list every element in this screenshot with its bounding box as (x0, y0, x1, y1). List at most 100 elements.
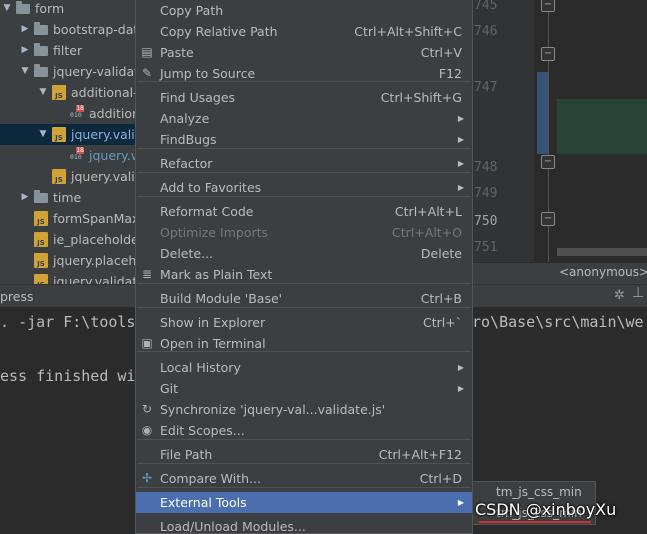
submenu-arrow-icon: ▶ (457, 159, 464, 168)
minimize-icon[interactable]: ⊥ (632, 285, 644, 301)
expand-arrow-icon[interactable]: ▼ (20, 61, 30, 82)
line-number: 748 (474, 160, 498, 175)
tree-row[interactable]: ▶ time (0, 187, 136, 208)
gear-icon[interactable]: ✲ (614, 288, 625, 303)
menu-item-add-to-favorites[interactable]: Add to Favorites ▶ (136, 177, 472, 198)
change-marker[interactable] (537, 72, 548, 154)
menu-item-analyze[interactable]: Analyze ▶ (136, 108, 472, 129)
collapse-arrow-icon[interactable]: ▶ (20, 19, 30, 40)
tree-row[interactable]: JS formSpanMaxWidth.js (0, 208, 136, 229)
submenu-arrow-icon: ▶ (457, 135, 464, 144)
line-number: 747 (474, 80, 498, 95)
folder-icon (34, 22, 48, 35)
folder-icon (34, 64, 48, 77)
tree-row[interactable]: ▼ jquery-validation (0, 61, 136, 82)
menu-item-label: Reformat Code (160, 204, 254, 219)
menu-item-copy-relative-path[interactable]: Copy Relative Path Ctrl+Alt+Shift+C (136, 21, 472, 42)
submenu-arrow-icon: ▶ (457, 114, 464, 123)
menu-item-shortcut: Ctrl+Alt+L (394, 204, 462, 219)
run-tab-title[interactable]: press (0, 289, 34, 304)
menu-item-findbugs[interactable]: FindBugs ▶ (136, 129, 472, 150)
menu-item-find-usages[interactable]: Find Usages Ctrl+Shift+G (136, 87, 472, 108)
menu-item-label: Show in Explorer (160, 315, 266, 330)
submenu-arrow-icon: ▶ (457, 183, 464, 192)
menu-item-label: Compare With... (160, 471, 261, 486)
js-file-icon: JS (52, 127, 66, 142)
tree-row[interactable]: JS jquery.placeholder.js (0, 250, 136, 271)
tree-row[interactable]: JS jquery.validate.ext.js (0, 271, 136, 284)
menu-item-shortcut: F12 (438, 66, 462, 81)
js-file-icon: JS (34, 211, 48, 226)
tree-row[interactable]: ▼ JS additional-methods.js (0, 82, 136, 103)
menu-item-label: Synchronize 'jquery-val...validate.js' (160, 402, 386, 417)
console-line: . -jar F:\tools\ (0, 313, 145, 331)
console-line: ro\Base\src\main\we (472, 313, 644, 331)
menu-item-synchronize-jquery-val-validate-js[interactable]: ↻ Synchronize 'jquery-val...validate.js' (136, 399, 472, 420)
menu-item-build-module-base[interactable]: Build Module 'Base' Ctrl+B (136, 288, 472, 309)
menu-item-compare-with[interactable]: ✢ Compare With... Ctrl+D (136, 468, 472, 489)
menu-item-label: Open in Terminal (160, 336, 266, 351)
editor-scrollbar[interactable] (557, 248, 647, 256)
menu-item-paste[interactable]: ▤ Paste Ctrl+V (136, 42, 472, 63)
menu-item-shortcut: Ctrl+Alt+O (392, 225, 462, 240)
menu-item-open-in-terminal[interactable]: ▣ Open in Terminal (136, 333, 472, 354)
tree-row[interactable]: ▼ form (0, 0, 136, 19)
menu-item-mark-as-plain-text[interactable]: ≣ Mark as Plain Text (136, 264, 472, 285)
terminal-icon: ▣ (141, 336, 153, 350)
menu-item-reformat-code[interactable]: Reformat Code Ctrl+Alt+L (136, 201, 472, 222)
tree-row[interactable]: JS jquery.validate.unobtrusive.js (0, 166, 136, 187)
menu-item-optimize-imports[interactable]: Optimize Imports Ctrl+Alt+O (136, 222, 472, 243)
tree-row[interactable]: 18010 jquery.validate.min.js (0, 145, 136, 166)
paste-icon: ▤ (141, 45, 153, 59)
tree-row[interactable]: ▶ filter (0, 40, 136, 61)
submenu-arrow-icon: ▶ (457, 363, 464, 372)
menu-item-jump-to-source[interactable]: ✎ Jump to Source F12 (136, 63, 472, 84)
js-file-icon: JS (34, 232, 48, 247)
menu-item-load-unload-modules[interactable]: Load/Unload Modules... (136, 516, 472, 534)
menu-item-label: Paste (160, 45, 194, 60)
js-file-icon: JS (52, 85, 66, 100)
compare-icon: ✢ (141, 471, 153, 485)
breadcrumb[interactable]: <anonymous>( (472, 262, 647, 284)
menu-item-show-in-explorer[interactable]: Show in Explorer Ctrl+` (136, 312, 472, 333)
expand-arrow-icon[interactable]: ▼ (38, 124, 48, 145)
menu-item-label: Load/Unload Modules... (160, 519, 306, 534)
plain-text-icon: ≣ (141, 267, 153, 281)
menu-item-delete[interactable]: Delete... Delete (136, 243, 472, 264)
menu-item-label: Git (160, 381, 179, 396)
menu-item-edit-scopes[interactable]: ◉ Edit Scopes... (136, 420, 472, 441)
line-number: 746 (474, 24, 498, 39)
menu-item-label: FindBugs (160, 132, 217, 147)
menu-item-label: External Tools (160, 495, 247, 510)
menu-item-local-history[interactable]: Local History ▶ (136, 357, 472, 378)
collapse-arrow-icon[interactable]: ▶ (20, 40, 30, 61)
fold-collapse-icon[interactable]: − (541, 212, 555, 226)
folder-icon (16, 1, 30, 14)
project-tree[interactable]: ▼ form ▶ bootstrap-daterangepicker ▶ filter ▼ j… (0, 0, 136, 284)
expand-arrow-icon[interactable]: ▼ (38, 82, 48, 103)
menu-item-label: Copy Path (160, 3, 224, 18)
tree-row[interactable]: ▶ bootstrap-daterangepicker (0, 19, 136, 40)
watermark: CSDN @xinboyXu (475, 500, 617, 519)
tree-row-label: form (35, 1, 65, 16)
tree-row[interactable]: ▼ JS jquery.validate.js (0, 124, 136, 145)
diff-highlight (557, 99, 647, 154)
menu-item-git[interactable]: Git ▶ (136, 378, 472, 399)
collapse-arrow-icon[interactable]: ▶ (20, 187, 30, 208)
tree-row-label: jquery.validate.unobtrusive.js (71, 169, 136, 184)
tree-row-label: filter (53, 43, 83, 58)
tree-row-label: additional-methods.js (71, 85, 136, 100)
fold-collapse-icon[interactable]: − (541, 47, 555, 61)
fold-collapse-icon[interactable]: − (541, 0, 555, 12)
breadcrumb-item[interactable]: <anonymous>( (559, 265, 647, 279)
menu-item-refactor[interactable]: Refactor ▶ (136, 153, 472, 174)
tree-row[interactable]: 18010 additional-methods.min.js (0, 103, 136, 124)
menu-item-shortcut: Ctrl+D (419, 471, 462, 486)
fold-collapse-icon[interactable]: − (541, 155, 555, 169)
menu-item-file-path[interactable]: File Path Ctrl+Alt+F12 (136, 444, 472, 465)
line-number: 745 (474, 0, 498, 13)
menu-item-copy-path[interactable]: Copy Path (136, 0, 472, 21)
tree-row[interactable]: JS ie_placeholder.js (0, 229, 136, 250)
expand-arrow-icon[interactable]: ▼ (2, 0, 12, 19)
menu-item-external-tools[interactable]: External Tools ▶ (136, 492, 472, 513)
